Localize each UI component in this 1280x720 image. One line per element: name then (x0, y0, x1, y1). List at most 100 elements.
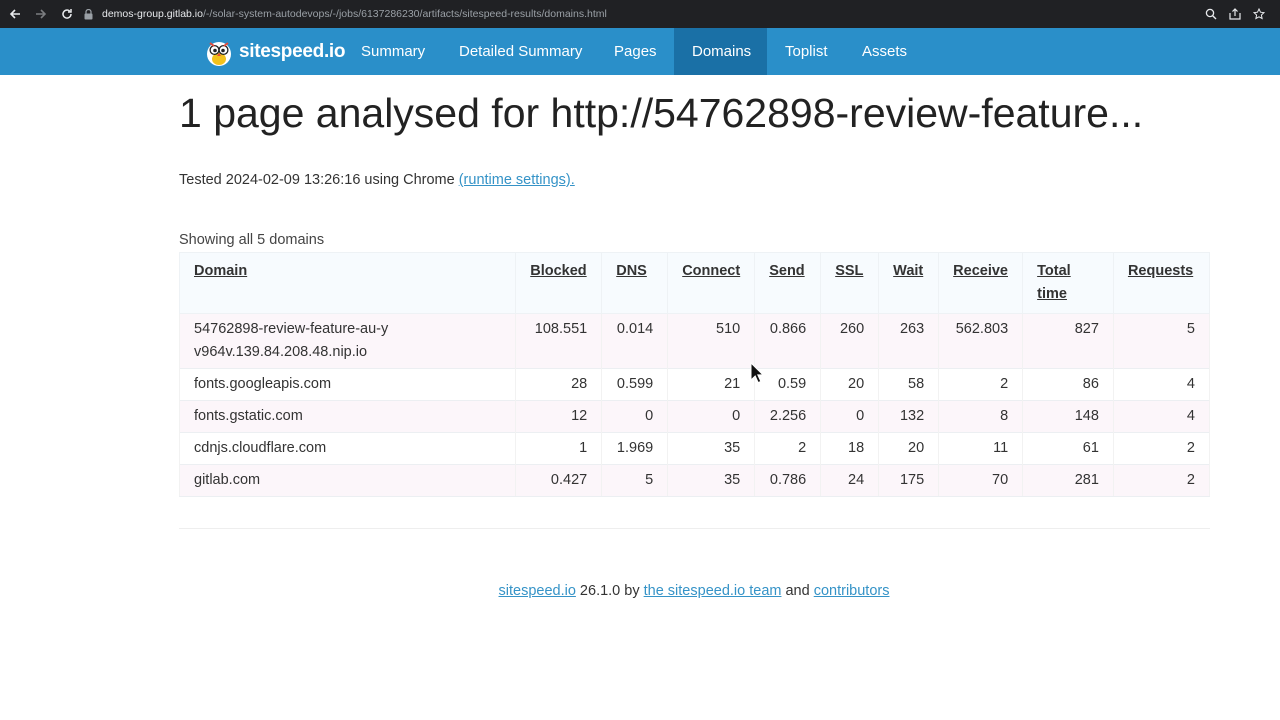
cell-ssl: 20 (820, 368, 880, 401)
cell-dns: 1.969 (601, 432, 669, 465)
cell-blocked: 1 (515, 432, 603, 465)
sitespeed-logo-icon (207, 42, 231, 66)
table-row: cdnjs.cloudflare.com 1 1.969 35 2 18 20 … (178, 432, 1211, 465)
cell-domain: gitlab.com (178, 464, 517, 497)
nav-toplist[interactable]: Toplist (767, 28, 846, 75)
tested-text: Tested 2024-02-09 13:26:16 using Chrome (179, 172, 455, 188)
table-row: fonts.googleapis.com 28 0.599 21 0.59 20… (178, 368, 1211, 401)
footer-contributors-link[interactable]: contributors (814, 583, 890, 599)
cell-domain: cdnjs.cloudflare.com (178, 432, 517, 465)
url-host: demos-group.gitlab.io (102, 8, 203, 20)
cell-wait: 263 (878, 313, 940, 369)
page-title: 1 page analysed for http://54762898-revi… (179, 90, 1144, 136)
cell-ssl: 18 (820, 432, 880, 465)
cell-requests: 2 (1112, 464, 1211, 497)
cell-requests: 4 (1112, 368, 1211, 401)
header-requests[interactable]: Requests (1112, 252, 1211, 314)
cell-requests: 4 (1112, 400, 1211, 433)
nav-domains[interactable]: Domains (674, 28, 767, 75)
cell-dns: 5 (601, 464, 669, 497)
table-header-row: Domain Blocked DNS Connect Send SSL Wait… (178, 252, 1211, 314)
cell-ssl: 0 (820, 400, 880, 433)
cell-total-time: 148 (1022, 400, 1114, 433)
cell-dns: 0.599 (601, 368, 669, 401)
bookmark-star-icon[interactable] (1252, 4, 1266, 24)
sitespeed-logo[interactable]: sitespeed.io (204, 37, 346, 67)
cell-domain: fonts.googleapis.com (178, 368, 517, 401)
cell-wait: 175 (878, 464, 940, 497)
footer-divider (179, 528, 1210, 529)
back-icon[interactable] (4, 3, 26, 25)
reload-icon[interactable] (56, 3, 78, 25)
domains-table: Domain Blocked DNS Connect Send SSL Wait… (178, 252, 1211, 497)
header-blocked[interactable]: Blocked (515, 252, 603, 314)
cell-requests: 2 (1112, 432, 1211, 465)
cell-wait: 20 (878, 432, 940, 465)
header-send[interactable]: Send (754, 252, 822, 314)
cell-total-time: 827 (1022, 313, 1114, 369)
showing-count: Showing all 5 domains (179, 232, 325, 248)
url-path: /-/solar-system-autodevops/-/jobs/613728… (202, 8, 607, 20)
footer-sitespeed-link[interactable]: sitespeed.io (499, 583, 576, 599)
runtime-settings-link[interactable]: (runtime settings). (459, 172, 575, 188)
header-wait[interactable]: Wait (878, 252, 940, 314)
cell-total-time: 86 (1022, 368, 1114, 401)
tested-info: Tested 2024-02-09 13:26:16 using Chrome … (179, 172, 575, 188)
footer: sitespeed.io 26.1.0 by the sitespeed.io … (0, 583, 1280, 599)
header-receive[interactable]: Receive (938, 252, 1024, 314)
footer-team-link[interactable]: the sitespeed.io team (644, 583, 782, 599)
nav-assets[interactable]: Assets (844, 28, 925, 75)
cell-receive: 562.803 (938, 313, 1024, 369)
cell-connect: 35 (667, 464, 756, 497)
cell-wait: 58 (878, 368, 940, 401)
cell-ssl: 24 (820, 464, 880, 497)
cell-dns: 0.014 (601, 313, 669, 369)
cell-requests: 5 (1112, 313, 1211, 369)
cell-receive: 8 (938, 400, 1024, 433)
cell-send: 0.786 (754, 464, 822, 497)
header-ssl[interactable]: SSL (820, 252, 880, 314)
cell-blocked: 12 (515, 400, 603, 433)
cell-domain: fonts.gstatic.com (178, 400, 517, 433)
cell-blocked: 28 (515, 368, 603, 401)
share-icon[interactable] (1228, 4, 1242, 24)
cell-wait: 132 (878, 400, 940, 433)
cell-receive: 2 (938, 368, 1024, 401)
mouse-cursor-icon (750, 362, 764, 384)
cell-send: 2 (754, 432, 822, 465)
footer-version: 26.1.0 by (575, 583, 644, 599)
cell-connect: 510 (667, 313, 756, 369)
site-navbar: sitespeed.io Summary Detailed Summary Pa… (0, 28, 1280, 75)
footer-and: and (781, 583, 814, 599)
lock-icon[interactable] (80, 6, 96, 22)
cell-send: 0.59 (754, 368, 822, 401)
cell-receive: 11 (938, 432, 1024, 465)
cell-send: 0.866 (754, 313, 822, 369)
header-dns[interactable]: DNS (601, 252, 669, 314)
cell-dns: 0 (601, 400, 669, 433)
cell-blocked: 0.427 (515, 464, 603, 497)
table-row: 54762898-review-feature-au-yv964v.139.84… (178, 313, 1211, 369)
address-bar[interactable]: demos-group.gitlab.io/-/solar-system-aut… (80, 4, 1270, 24)
header-total-time[interactable]: Total time (1022, 252, 1114, 314)
cell-total-time: 281 (1022, 464, 1114, 497)
cell-connect: 21 (667, 368, 756, 401)
cell-connect: 35 (667, 432, 756, 465)
table-row: fonts.gstatic.com 12 0 0 2.256 0 132 8 1… (178, 400, 1211, 433)
nav-detailed-summary[interactable]: Detailed Summary (441, 28, 600, 75)
cell-connect: 0 (667, 400, 756, 433)
forward-icon[interactable] (30, 3, 52, 25)
cell-domain: 54762898-review-feature-au-yv964v.139.84… (178, 313, 517, 369)
header-domain[interactable]: Domain (178, 252, 517, 314)
cell-total-time: 61 (1022, 432, 1114, 465)
header-connect[interactable]: Connect (667, 252, 756, 314)
brand-name: sitespeed.io (239, 41, 346, 62)
table-row: gitlab.com 0.427 5 35 0.786 24 175 70 28… (178, 464, 1211, 497)
cell-blocked: 108.551 (515, 313, 603, 369)
browser-toolbar: demos-group.gitlab.io/-/solar-system-aut… (0, 0, 1280, 28)
nav-summary[interactable]: Summary (343, 28, 443, 75)
cell-send: 2.256 (754, 400, 822, 433)
zoom-icon[interactable] (1204, 4, 1218, 24)
nav-pages[interactable]: Pages (596, 28, 675, 75)
cell-receive: 70 (938, 464, 1024, 497)
